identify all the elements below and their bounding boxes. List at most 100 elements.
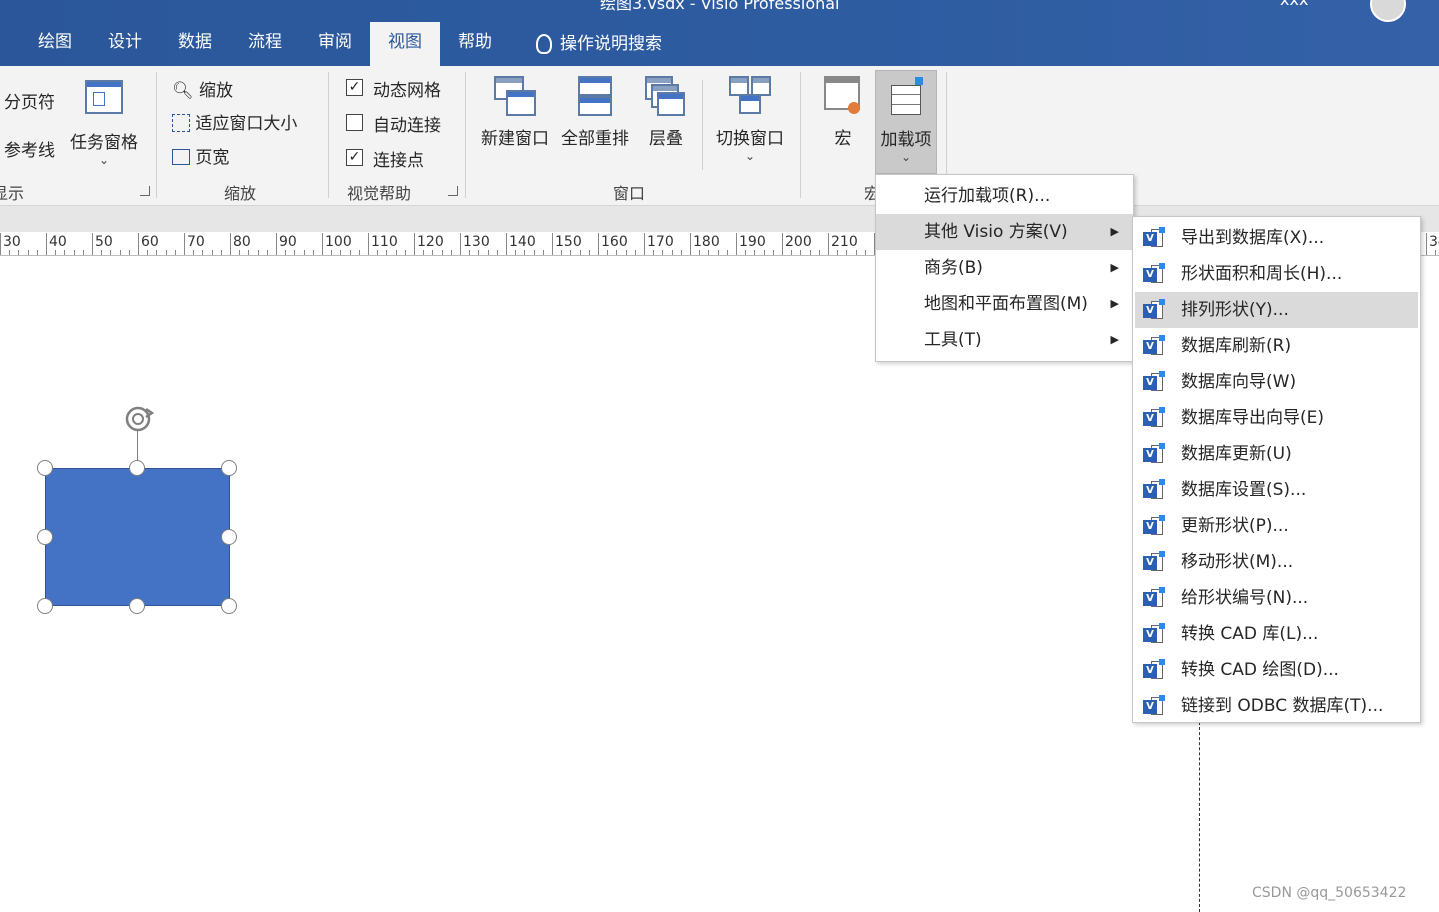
- solutions-menu-item[interactable]: V 移动形状(M)...: [1135, 544, 1418, 580]
- add-ons-menu-item[interactable]: 运行加载项(R)...: [876, 178, 1133, 214]
- tell-me-search[interactable]: 操作说明搜索: [510, 22, 680, 66]
- new-window-label: 新建窗口: [481, 129, 549, 149]
- solutions-menu-item[interactable]: V 数据库设置(S)...: [1135, 472, 1418, 508]
- ruler-label: 160: [601, 234, 628, 250]
- ruler-minor-tick: [745, 250, 747, 255]
- cascade-button[interactable]: 层叠: [640, 74, 692, 149]
- visio-addon-icon: V: [1143, 371, 1165, 393]
- add-ons-label: 加载项: [880, 130, 932, 150]
- menu-item-label: 商务(B): [924, 258, 983, 278]
- task-panes-button[interactable]: 任务窗格 ⌄: [66, 78, 142, 167]
- submenu-arrow-icon: ▶: [1110, 225, 1119, 238]
- chevron-down-icon: ⌄: [98, 153, 110, 167]
- solutions-menu-item[interactable]: V 数据库导出向导(E): [1135, 400, 1418, 436]
- ruler-label: 140: [509, 234, 536, 250]
- tab-data[interactable]: 数据: [160, 22, 230, 66]
- dialog-launcher-icon[interactable]: [448, 186, 458, 196]
- ruler-minor-tick: [634, 250, 636, 255]
- auto-connect-checkbox[interactable]: [346, 114, 363, 131]
- add-ons-menu-item[interactable]: 工具(T) ▶: [876, 322, 1133, 358]
- resize-handle-bottom-right[interactable]: [221, 598, 237, 614]
- ruler-label: 100: [325, 234, 352, 250]
- add-ons-menu-item[interactable]: 商务(B) ▶: [876, 250, 1133, 286]
- add-ons-button[interactable]: 加载项 ⌄: [875, 70, 937, 174]
- ruler-tick: [322, 233, 323, 255]
- solutions-menu-item[interactable]: V 给形状编号(N)...: [1135, 580, 1418, 616]
- solutions-menu-item[interactable]: V 数据库向导(W): [1135, 364, 1418, 400]
- macros-button[interactable]: 宏: [816, 74, 870, 149]
- solutions-menu-item[interactable]: V 更新形状(P)...: [1135, 508, 1418, 544]
- solutions-menu-item[interactable]: V 数据库刷新(R): [1135, 328, 1418, 364]
- ruler-label: 340: [1429, 234, 1439, 250]
- menu-item-label: 数据库更新(U): [1181, 444, 1292, 464]
- page-width-button[interactable]: 页宽: [172, 143, 229, 168]
- menu-item-label: 数据库刷新(R): [1181, 336, 1292, 356]
- switch-windows-button[interactable]: 切换窗口 ⌄: [710, 74, 790, 163]
- tab-process[interactable]: 流程: [230, 22, 300, 66]
- tab-help[interactable]: 帮助: [440, 22, 510, 66]
- ruler-label: 200: [785, 234, 812, 250]
- fit-window-icon: [172, 114, 190, 132]
- solutions-menu-item[interactable]: V 导出到数据库(X)...: [1135, 220, 1418, 256]
- menu-item-label: 地图和平面布置图(M): [924, 294, 1088, 314]
- ruler-minor-tick: [855, 250, 857, 255]
- solutions-menu-item[interactable]: V 排列形状(Y)...: [1135, 292, 1418, 328]
- menu-item-label: 移动形状(M)...: [1181, 552, 1294, 572]
- title-bar: 绘图3.vsdx - Visio Professional xxx 绘图 设计 …: [0, 0, 1439, 66]
- solutions-menu-item[interactable]: V 转换 CAD 绘图(D)...: [1135, 652, 1418, 688]
- dynamic-grid-checkbox[interactable]: ✓: [346, 79, 363, 96]
- visio-addon-icon: V: [1143, 335, 1165, 357]
- connection-points-checkbox[interactable]: ✓: [346, 149, 363, 166]
- resize-handle-top-right[interactable]: [221, 460, 237, 476]
- solutions-menu-item[interactable]: V 形状面积和周长(H)...: [1135, 256, 1418, 292]
- visio-addon-icon: V: [1143, 299, 1165, 321]
- ruler-minor-tick: [579, 250, 581, 255]
- tab-draw[interactable]: 绘图: [20, 22, 90, 66]
- rectangle-shape[interactable]: [45, 468, 230, 606]
- ruler-minor-tick: [708, 250, 710, 255]
- resize-handle-top[interactable]: [129, 460, 145, 476]
- tab-review[interactable]: 审阅: [300, 22, 370, 66]
- add-ons-menu-item[interactable]: 其他 Visio 方案(V) ▶: [876, 214, 1133, 250]
- ruler-minor-tick: [561, 250, 563, 255]
- guides-checkbox-label[interactable]: 参考线: [4, 136, 55, 161]
- fit-to-window-button[interactable]: 适应窗口大小: [172, 109, 297, 134]
- visio-addon-icon: V: [1143, 479, 1165, 501]
- add-ons-menu-item[interactable]: 地图和平面布置图(M) ▶: [876, 286, 1133, 322]
- ruler-minor-tick: [386, 250, 388, 255]
- ruler-minor-tick: [607, 250, 609, 255]
- ruler-minor-tick: [128, 250, 130, 255]
- avatar[interactable]: [1370, 0, 1406, 22]
- ruler-minor-tick: [717, 250, 719, 255]
- ruler-minor-tick: [349, 250, 351, 255]
- ribbon-tabs: 绘图 设计 数据 流程 审阅 视图 帮助 操作说明搜索: [20, 22, 680, 66]
- arrange-all-button[interactable]: 全部重排: [558, 74, 632, 149]
- resize-handle-bottom-left[interactable]: [37, 598, 53, 614]
- ruler-minor-tick: [9, 250, 11, 255]
- resize-handle-left[interactable]: [37, 529, 53, 545]
- resize-handle-right[interactable]: [221, 529, 237, 545]
- zoom-button[interactable]: 🔍︎ 缩放: [172, 76, 233, 101]
- zoom-label: 缩放: [199, 81, 233, 101]
- solutions-menu-item[interactable]: V 数据库更新(U): [1135, 436, 1418, 472]
- rotate-handle-icon[interactable]: [122, 403, 154, 435]
- ruler-minor-tick: [809, 250, 811, 255]
- resize-handle-bottom[interactable]: [129, 598, 145, 614]
- new-window-button[interactable]: 新建窗口: [478, 74, 552, 149]
- solutions-menu-item[interactable]: V 链接到 ODBC 数据库(T)...: [1135, 688, 1418, 724]
- menu-item-label: 数据库向导(W): [1181, 372, 1297, 392]
- dynamic-grid-label: 动态网格: [373, 81, 441, 101]
- ruler-label: 80: [233, 234, 251, 250]
- visio-addon-icon: V: [1143, 227, 1165, 249]
- tab-view[interactable]: 视图: [370, 22, 440, 66]
- ruler-label: 50: [95, 234, 113, 250]
- page-breaks-checkbox-label[interactable]: 分页符: [4, 88, 55, 113]
- solutions-menu-item[interactable]: V 转换 CAD 库(L)...: [1135, 616, 1418, 652]
- dialog-launcher-icon[interactable]: [140, 186, 150, 196]
- tab-design[interactable]: 设计: [90, 22, 160, 66]
- user-name[interactable]: xxx: [1280, 0, 1308, 9]
- group-separator: [328, 72, 329, 198]
- resize-handle-top-left[interactable]: [37, 460, 53, 476]
- ruler-tick: [46, 233, 47, 255]
- page-width-label: 页宽: [195, 148, 230, 168]
